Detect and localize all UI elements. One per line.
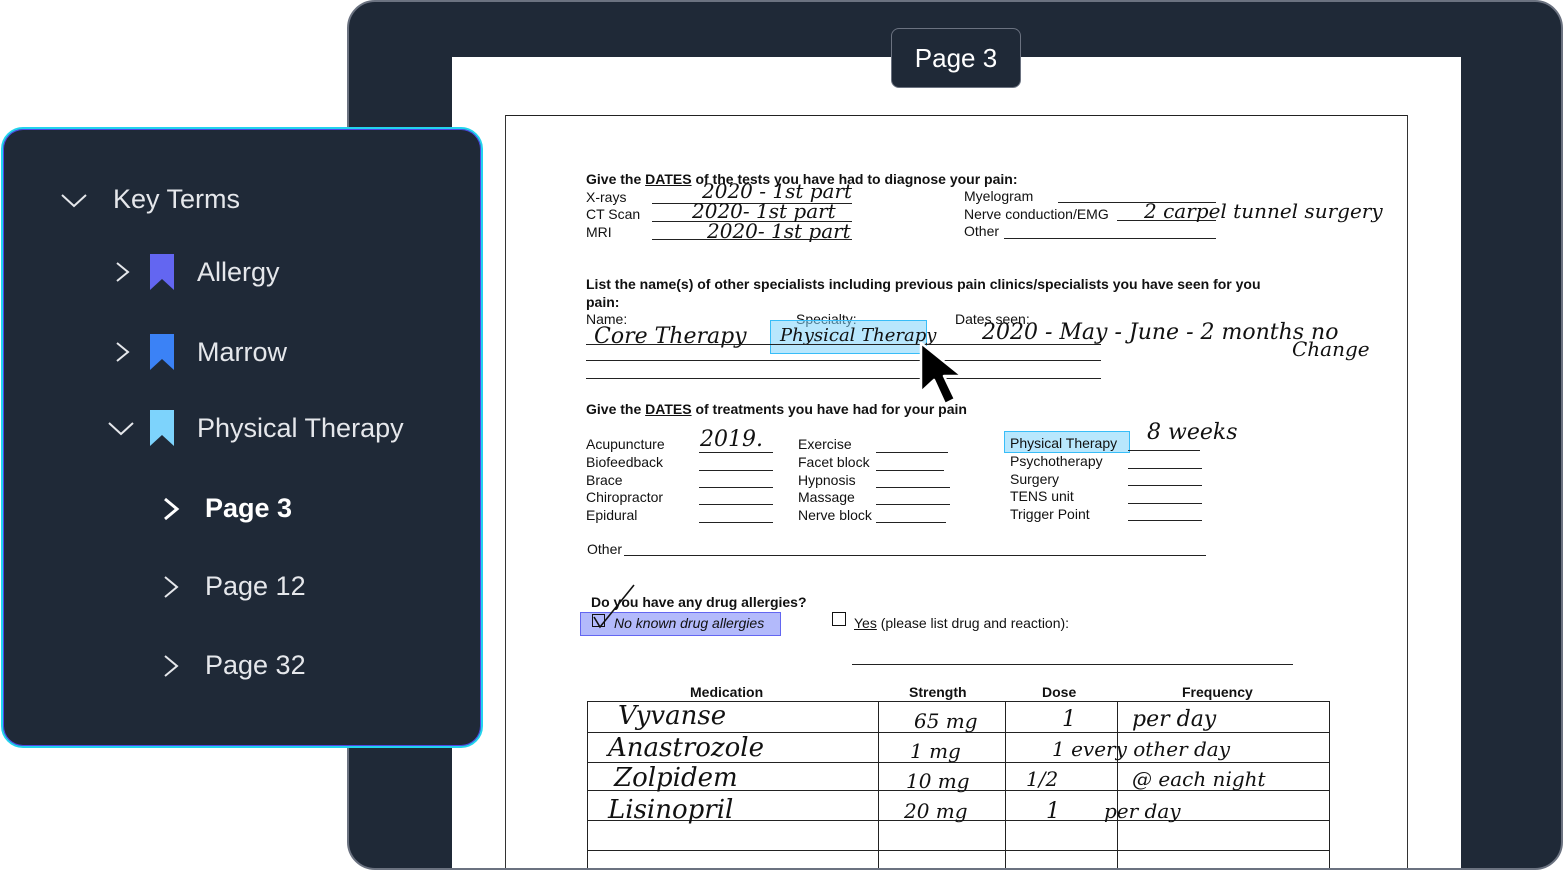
physical-therapy-duration-handwriting: 8 weeks (1147, 420, 1238, 445)
tree-root-key-terms[interactable]: Key Terms (59, 184, 240, 215)
scan-top-border (505, 115, 1407, 116)
yes-allergies-checkbox[interactable] (832, 612, 846, 626)
treatment-label: Trigger Point (1010, 506, 1090, 522)
chevron-right-icon[interactable] (111, 340, 135, 364)
frequency-header: Frequency (1182, 684, 1253, 700)
treatment-label: Acupuncture (586, 436, 665, 452)
nerve-conduction-label: Nerve conduction/EMG (964, 206, 1109, 222)
treatment-label: Massage (798, 489, 855, 505)
tree-page-12[interactable]: Page 12 (159, 571, 306, 602)
medication-header: Medication (690, 684, 764, 700)
specialty-handwriting: Physical Therapy (780, 325, 937, 346)
ctscan-label: CT Scan (586, 206, 641, 222)
table-row: 1 every other day (1052, 737, 1231, 761)
treatment-label: Nerve block (798, 507, 872, 523)
table-row: Vyvanse (618, 701, 727, 731)
nerve-handwriting: 2 carpel tunnel surgery (1144, 199, 1383, 223)
xrays-label: X-rays (586, 189, 627, 205)
table-row: 65 mg (914, 709, 978, 733)
treatment-label: Exercise (798, 436, 852, 452)
change-handwriting: Change (1292, 337, 1370, 361)
strength-header: Strength (909, 684, 967, 700)
treatment-label: Facet block (798, 454, 870, 470)
tree-item-label: Marrow (197, 336, 288, 367)
bookmark-icon (149, 409, 175, 447)
table-row: Zolpidem (614, 763, 738, 793)
other-test-label: Other (964, 223, 1000, 239)
tree-item-marrow[interactable]: Marrow (111, 333, 287, 371)
scan-right-border (1407, 115, 1408, 868)
tree-page-32[interactable]: Page 32 (159, 650, 306, 681)
table-row: 20 mg (904, 799, 968, 823)
bookmark-icon (149, 253, 175, 291)
mri-label: MRI (586, 224, 612, 240)
table-row: @ each night (1132, 767, 1266, 791)
treatments-heading: Give the DATES of treatments you have ha… (586, 401, 967, 417)
table-row: 1 (1062, 707, 1076, 732)
chevron-down-icon[interactable] (107, 414, 135, 442)
tree-root-label: Key Terms (113, 184, 241, 214)
treatment-label: TENS unit (1010, 488, 1074, 504)
treatment-label: Biofeedback (586, 454, 664, 470)
no-allergies-label: No known drug allergies (614, 615, 765, 631)
document-page: Give the DATES of the tests you have had… (452, 57, 1461, 868)
pain-intake-form: Give the DATES of the tests you have had… (452, 57, 1461, 868)
specialists-heading-cont: pain: (586, 294, 620, 310)
treatment-label: Brace (586, 472, 623, 488)
dose-header: Dose (1042, 684, 1077, 700)
dates-seen-handwriting: 2020 - May - June - 2 months no (982, 320, 1339, 345)
myelogram-label: Myelogram (964, 188, 1034, 204)
treatment-label: Psychotherapy (1010, 453, 1103, 469)
scan-left-border (505, 115, 506, 868)
tree-item-allergy[interactable]: Allergy (111, 253, 280, 291)
page-indicator-badge: Page 3 (891, 28, 1021, 88)
table-row: 1 mg (910, 739, 961, 763)
table-row: Anastrozole (608, 733, 764, 763)
tree-item-label: Physical Therapy (197, 412, 404, 443)
yes-allergies-label: Yes (please list drug and reaction): (854, 615, 1070, 631)
table-row: 10 mg (906, 769, 970, 793)
tree-item-physical-therapy[interactable]: Physical Therapy (107, 409, 404, 447)
document-viewer: Page 3 Give the DATES of the tests you h… (347, 0, 1563, 870)
tree-page-3[interactable]: Page 3 (159, 493, 292, 524)
table-row: Lisinopril (608, 795, 734, 825)
treatment-label: Physical Therapy (1010, 435, 1118, 451)
specialists-heading: List the name(s) of other specialists in… (586, 276, 1261, 292)
tree-item-label: Allergy (197, 256, 280, 287)
tree-page-label: Page 32 (205, 650, 306, 680)
table-row: 1/2 (1026, 767, 1059, 791)
mouse-pointer-icon (919, 341, 964, 406)
chevron-right-icon[interactable] (159, 575, 183, 599)
chevron-down-icon[interactable] (59, 185, 89, 215)
table-row: per day (1132, 707, 1217, 732)
chevron-right-icon[interactable] (159, 654, 183, 678)
treatment-label: Epidural (586, 507, 638, 523)
chevron-right-icon[interactable] (159, 497, 183, 521)
tree-page-label: Page 3 (205, 493, 293, 523)
treatment-label: Hypnosis (798, 472, 856, 488)
tree-page-label: Page 12 (205, 571, 306, 601)
table-row: per day (1104, 799, 1181, 823)
specialist-name-handwriting: Core Therapy (594, 324, 747, 349)
treatment-label: Chiropractor (586, 489, 664, 505)
table-row: 1 (1046, 799, 1060, 824)
mri-handwriting: 2020- 1st part (707, 219, 851, 243)
treatment-label: Surgery (1010, 471, 1060, 487)
key-terms-panel: Key Terms Allergy Marrow Physical Therap… (1, 127, 483, 748)
acupuncture-handwriting: 2019. (700, 427, 763, 452)
other-treatment-label: Other (587, 541, 623, 557)
chevron-right-icon[interactable] (111, 260, 135, 284)
bookmark-icon (149, 333, 175, 371)
